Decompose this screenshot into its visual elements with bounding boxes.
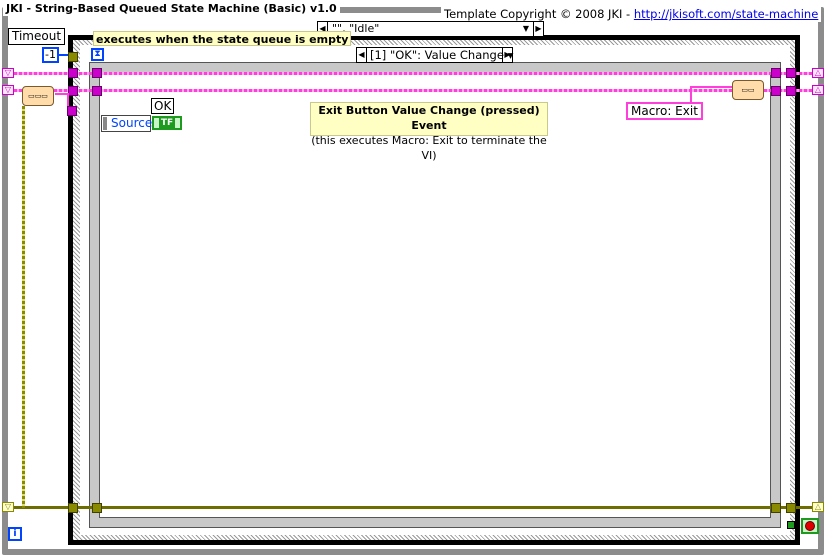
node-grip[interactable] [103,117,107,130]
event-comment-body: (this executes Macro: Exit to terminate … [311,134,547,162]
event-next-icon[interactable]: ▶ [502,48,512,62]
macro-exit-constant[interactable]: Macro: Exit [626,102,703,120]
shift-register-left-3[interactable]: ▽ [2,502,14,512]
event-selector[interactable]: ◀ [1] "OK": Value Change ▾ ▶ [356,47,513,63]
stop-dot [805,521,815,531]
copyright-text: Template Copyright © 2008 JKI - http://j… [441,7,822,22]
tunnel-left-3[interactable] [67,106,77,116]
event-prev-icon[interactable]: ◀ [357,48,367,62]
shift-register-right-1[interactable]: △ [812,68,824,78]
event-comment: Exit Button Value Change (pressed) Event… [310,102,548,162]
vi-title: JKI - String-Based Queued State Machine … [3,1,340,16]
bool-tunnel[interactable] [787,521,795,529]
source-label: Source [111,116,153,130]
event-comment-title: Exit Button Value Change (pressed) Event [318,104,540,132]
timeout-comment: executes when the state queue is empty [93,31,352,46]
tunnel-bottom-left[interactable] [68,503,78,513]
boolean-tf: TF [158,118,176,128]
tunnel-inner-right-2[interactable] [771,86,781,96]
ok-boolean-terminal[interactable]: TF [152,116,182,130]
ok-control-label: OK [151,98,175,114]
tunnel-inner-left-2[interactable] [92,86,102,96]
loop-iteration-icon[interactable]: i [8,527,22,541]
timeout-label: Timeout [8,28,66,45]
cluster-wire-bottom[interactable] [14,506,814,509]
shift-register-left-1[interactable]: ▽ [2,68,14,78]
tunnel-inner-right-1[interactable] [771,68,781,78]
timeout-constant[interactable]: -1 [42,47,59,63]
tunnel-bottom-inner-left[interactable] [92,503,102,513]
tunnel-inner-left-1[interactable] [92,68,102,78]
tunnel-left-1[interactable] [68,68,78,78]
hourglass-icon[interactable]: ⧗ [91,48,104,61]
event-selector-value: [1] "OK": Value Change ▾ [370,48,514,62]
shift-register-right-3[interactable]: △ [812,502,824,512]
add-state-to-queue-icon[interactable]: ▭▭ [732,80,764,100]
tunnel-left-2[interactable] [68,86,78,96]
copyright-link[interactable]: http://jkisoft.com/state-machine [634,7,818,21]
cluster-wire-vertical[interactable] [22,106,25,508]
tunnel-bottom-right[interactable] [786,503,796,513]
tunnel-right-2[interactable] [786,86,796,96]
string-wire-top[interactable] [14,72,814,75]
chevron-down-icon[interactable]: ▼ [520,22,532,36]
event-selector-text: [1] "OK": Value Change [370,48,504,62]
tunnel-bottom-inner-right[interactable] [771,503,781,513]
copyright-prefix: Template Copyright © 2008 JKI - [444,7,634,21]
event-data-node[interactable]: Source [101,115,153,132]
shift-register-left-2[interactable]: ▽ [2,85,14,95]
stop-icon[interactable] [801,518,819,534]
shift-register-right-2[interactable]: △ [812,85,824,95]
parse-state-queue-icon[interactable]: ▭▭▭ [22,86,54,106]
tunnel-right-1[interactable] [786,68,796,78]
timeout-tunnel[interactable] [68,52,78,62]
case-next-icon[interactable]: ▶ [533,22,543,36]
